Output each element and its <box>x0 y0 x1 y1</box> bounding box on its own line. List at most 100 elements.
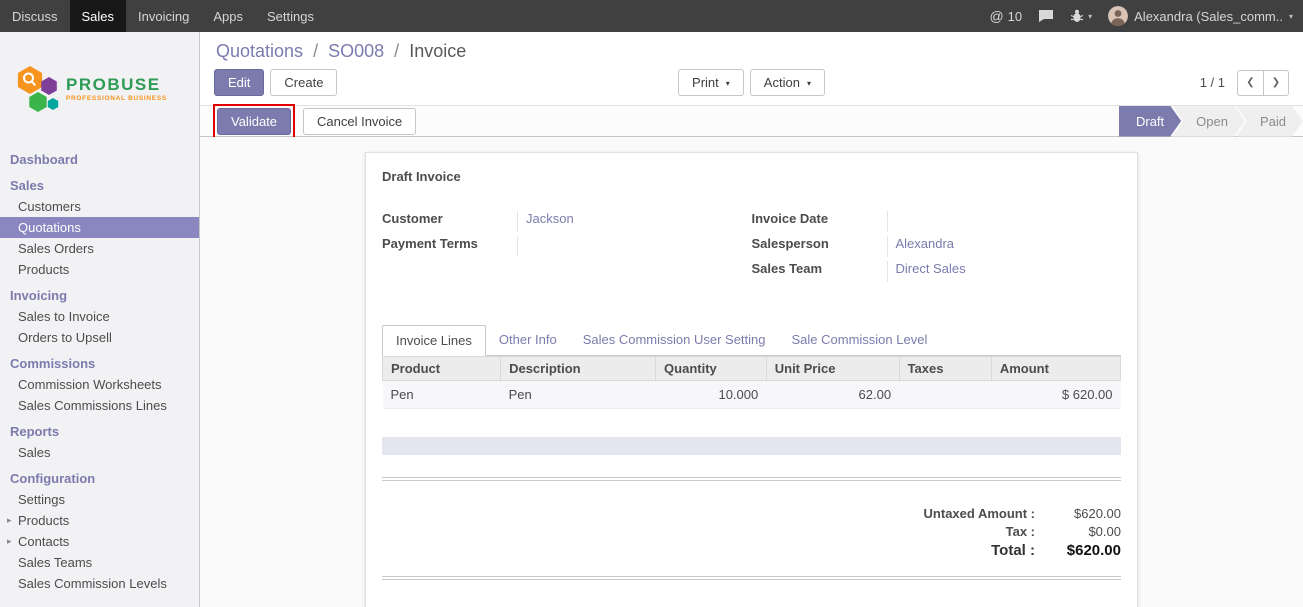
sidebar-header-configuration[interactable]: Configuration <box>0 468 199 489</box>
sidebar-item-config-contacts[interactable]: ▸ Contacts <box>0 531 199 552</box>
top-navbar: Discuss Sales Invoicing Apps Settings @ … <box>0 0 1303 32</box>
table-header-row: Product Description Quantity Unit Price … <box>383 357 1121 381</box>
sidebar-item-quotations[interactable]: Quotations <box>0 217 199 238</box>
sales-team-label: Sales Team <box>752 261 887 282</box>
column-header-amount[interactable]: Amount <box>991 357 1120 381</box>
sidebar-item-sales-commissions-lines[interactable]: Sales Commissions Lines <box>0 395 199 416</box>
untaxed-amount-label: Untaxed Amount : <box>924 506 1035 521</box>
logo-text: PROBUSE PROFESSIONAL BUSINESS <box>66 76 167 102</box>
sidebar-item-orders-to-upsell[interactable]: Orders to Upsell <box>0 327 199 348</box>
tax-row: Tax : $0.00 <box>1006 524 1121 539</box>
user-menu[interactable]: Alexandra (Sales_comm.. ▾ <box>1108 6 1293 26</box>
validate-button[interactable]: Validate <box>217 108 291 135</box>
sidebar-item-reports-sales[interactable]: Sales <box>0 442 199 463</box>
sidebar-item-sales-commission-levels[interactable]: Sales Commission Levels <box>0 573 199 594</box>
caret-down-icon: ▾ <box>1088 12 1092 21</box>
breadcrumb-so008[interactable]: SO008 <box>328 41 384 61</box>
breadcrumb: Quotations / SO008 / Invoice <box>200 32 1303 64</box>
sidebar-item-products[interactable]: Products <box>0 259 199 280</box>
column-header-description[interactable]: Description <box>501 357 656 381</box>
invoice-lines-table: Product Description Quantity Unit Price … <box>382 356 1121 409</box>
action-label: Action <box>764 76 800 89</box>
action-dropdown-button[interactable]: Action ▾ <box>750 69 825 96</box>
tax-value: $0.00 <box>1035 524 1121 539</box>
invoice-state-title: Draft Invoice <box>382 169 1121 184</box>
statusbar-states: Draft Open Paid <box>1119 106 1303 137</box>
invoice-date-value <box>887 211 1122 232</box>
invoice-date-label: Invoice Date <box>752 211 887 232</box>
column-header-taxes[interactable]: Taxes <box>899 357 991 381</box>
top-menu-apps[interactable]: Apps <box>201 0 255 32</box>
pager-counter: 1 / 1 <box>1200 75 1225 90</box>
column-header-product[interactable]: Product <box>383 357 501 381</box>
state-draft[interactable]: Draft <box>1119 106 1181 137</box>
state-paid[interactable]: Paid <box>1236 106 1303 137</box>
tab-sales-commission-user-setting[interactable]: Sales Commission User Setting <box>570 325 779 356</box>
sales-team-value[interactable]: Direct Sales <box>887 261 1122 282</box>
cancel-invoice-button[interactable]: Cancel Invoice <box>303 108 416 135</box>
sidebar-header-reports[interactable]: Reports <box>0 421 199 442</box>
untaxed-amount-value: $620.00 <box>1035 506 1121 521</box>
activities-menu[interactable]: @ 10 <box>989 8 1022 24</box>
top-menu-discuss[interactable]: Discuss <box>0 0 70 32</box>
state-open[interactable]: Open <box>1172 106 1245 137</box>
sidebar-item-commission-worksheets[interactable]: Commission Worksheets <box>0 374 199 395</box>
sales-team-field: Sales Team Direct Sales <box>752 261 1122 282</box>
logo-name: PROBUSE <box>66 76 167 95</box>
pager-next-button[interactable]: ❯ <box>1263 70 1289 96</box>
debug-menu[interactable]: ▾ <box>1070 9 1092 23</box>
total-value: $620.00 <box>1035 542 1121 559</box>
print-dropdown-button[interactable]: Print ▾ <box>678 69 744 96</box>
expand-caret-icon[interactable]: ▸ <box>7 536 12 547</box>
content-area: Draft Invoice Customer Jackson Payment T… <box>200 137 1303 607</box>
avatar <box>1108 6 1128 26</box>
top-menu-invoicing[interactable]: Invoicing <box>126 0 201 32</box>
messages-menu[interactable] <box>1038 9 1054 23</box>
breadcrumb-quotations[interactable]: Quotations <box>216 41 303 61</box>
main-content: Quotations / SO008 / Invoice Edit Create… <box>200 32 1303 607</box>
salesperson-value[interactable]: Alexandra <box>887 236 1122 257</box>
sidebar-header-dashboard[interactable]: Dashboard <box>0 149 199 170</box>
tab-other-info[interactable]: Other Info <box>486 325 570 356</box>
control-panel-row: Edit Create Print ▾ Action ▾ 1 / 1 <box>200 64 1303 105</box>
sidebar-item-customers[interactable]: Customers <box>0 196 199 217</box>
sidebar-item-config-products[interactable]: ▸ Products <box>0 510 199 531</box>
breadcrumb-separator: / <box>313 41 318 61</box>
sidebar-header-sales[interactable]: Sales <box>0 175 199 196</box>
cell-quantity: 10.000 <box>656 381 767 409</box>
separator-line <box>382 477 1121 481</box>
payment-terms-value <box>517 236 752 257</box>
create-button[interactable]: Create <box>270 69 337 96</box>
invoice-line-row[interactable]: Pen Pen 10.000 62.00 $ 620.00 <box>383 381 1121 409</box>
column-header-quantity[interactable]: Quantity <box>656 357 767 381</box>
top-menu-settings[interactable]: Settings <box>255 0 326 32</box>
mention-icon: @ <box>989 8 1003 24</box>
sidebar-item-sales-orders[interactable]: Sales Orders <box>0 238 199 259</box>
expand-caret-icon[interactable]: ▸ <box>7 515 12 526</box>
edit-button[interactable]: Edit <box>214 69 264 96</box>
sidebar-item-sales-teams[interactable]: Sales Teams <box>0 552 199 573</box>
logo-hexagons-icon <box>14 64 60 114</box>
pager-previous-button[interactable]: ❮ <box>1237 70 1263 96</box>
column-header-unit-price[interactable]: Unit Price <box>766 357 899 381</box>
total-row: Total : $620.00 <box>991 542 1121 559</box>
sidebar-header-commissions[interactable]: Commissions <box>0 353 199 374</box>
payment-terms-label: Payment Terms <box>382 236 517 257</box>
list-footer <box>382 437 1121 455</box>
customer-field: Customer Jackson <box>382 211 752 232</box>
top-menu-sales[interactable]: Sales <box>70 0 127 32</box>
validate-annotation-box: Validate <box>213 104 295 139</box>
sidebar-item-sales-to-invoice[interactable]: Sales to Invoice <box>0 306 199 327</box>
systray: @ 10 ▾ Alexandra (Sales_comm.. ▾ <box>989 0 1303 32</box>
sidebar-header-invoicing[interactable]: Invoicing <box>0 285 199 306</box>
chat-bubble-icon <box>1038 9 1054 23</box>
caret-down-icon: ▾ <box>726 80 730 88</box>
tab-invoice-lines[interactable]: Invoice Lines <box>382 325 486 356</box>
breadcrumb-invoice: Invoice <box>409 41 466 61</box>
totals-block: Untaxed Amount : $620.00 Tax : $0.00 Tot… <box>382 506 1121 559</box>
tab-sale-commission-level[interactable]: Sale Commission Level <box>779 325 941 356</box>
customer-value[interactable]: Jackson <box>517 211 752 232</box>
customer-label: Customer <box>382 211 517 232</box>
sidebar-item-config-settings[interactable]: Settings <box>0 489 199 510</box>
breadcrumb-separator: / <box>394 41 399 61</box>
